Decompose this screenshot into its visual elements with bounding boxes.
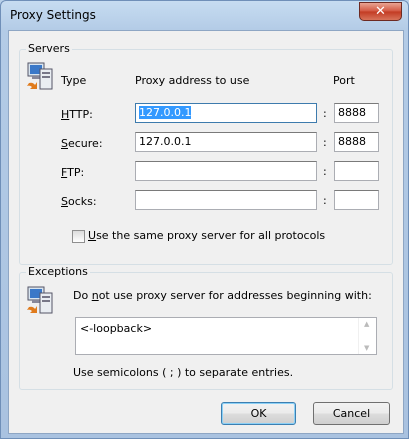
exceptions-hint: Use semicolons ( ; ) to separate entries…: [73, 366, 294, 379]
scroll-down-icon[interactable]: ▼: [364, 344, 369, 352]
port-column-header: Port: [333, 74, 355, 87]
same-proxy-checkbox[interactable]: [72, 230, 85, 243]
http-label: HTTP:: [61, 108, 93, 121]
close-button[interactable]: ✕: [359, 2, 402, 21]
ftp-port-input[interactable]: [334, 161, 379, 181]
exceptions-group: Exceptions Do not use proxy server for a…: [19, 265, 393, 390]
address-column-header: Proxy address to use: [135, 74, 250, 87]
cancel-button[interactable]: Cancel: [313, 402, 390, 425]
socks-port-input[interactable]: [334, 190, 379, 210]
ftp-label: FTP:: [61, 166, 85, 179]
secure-label: Secure:: [61, 137, 103, 150]
exceptions-group-title: Exceptions: [26, 265, 90, 278]
same-proxy-label[interactable]: Use the same proxy server for all protoc…: [88, 229, 325, 242]
title-bar[interactable]: Proxy Settings ✕: [1, 1, 408, 31]
type-column-header: Type: [61, 74, 87, 87]
http-address-input[interactable]: 127.0.0.1: [135, 103, 317, 123]
dialog-client-area: Servers Type Proxy address to use Port H…: [8, 30, 404, 434]
socks-address-input[interactable]: [135, 190, 317, 210]
network-computer-icon: [27, 62, 53, 90]
exceptions-textarea[interactable]: <-loopback> ▲ ▼: [75, 317, 377, 355]
ok-button[interactable]: OK: [221, 402, 296, 425]
exceptions-value: <-loopback>: [80, 322, 153, 335]
window-title: Proxy Settings: [10, 8, 96, 22]
secure-address-input[interactable]: 127.0.0.1: [135, 132, 317, 152]
close-icon: ✕: [375, 4, 386, 19]
secure-port-input[interactable]: 8888: [334, 132, 379, 152]
servers-group-title: Servers: [26, 42, 72, 55]
exceptions-scrollbar[interactable]: ▲ ▼: [358, 318, 376, 354]
socks-label: Socks:: [61, 195, 97, 208]
network-computer-icon: [27, 286, 53, 314]
servers-group: Servers Type Proxy address to use Port H…: [19, 42, 393, 265]
exceptions-description: Do not use proxy server for addresses be…: [73, 289, 372, 302]
scroll-up-icon[interactable]: ▲: [364, 320, 369, 328]
proxy-settings-window: Proxy Settings ✕ Servers Type Proxy addr…: [0, 0, 409, 439]
http-port-input[interactable]: 8888: [334, 103, 379, 123]
ftp-address-input[interactable]: [135, 161, 317, 181]
